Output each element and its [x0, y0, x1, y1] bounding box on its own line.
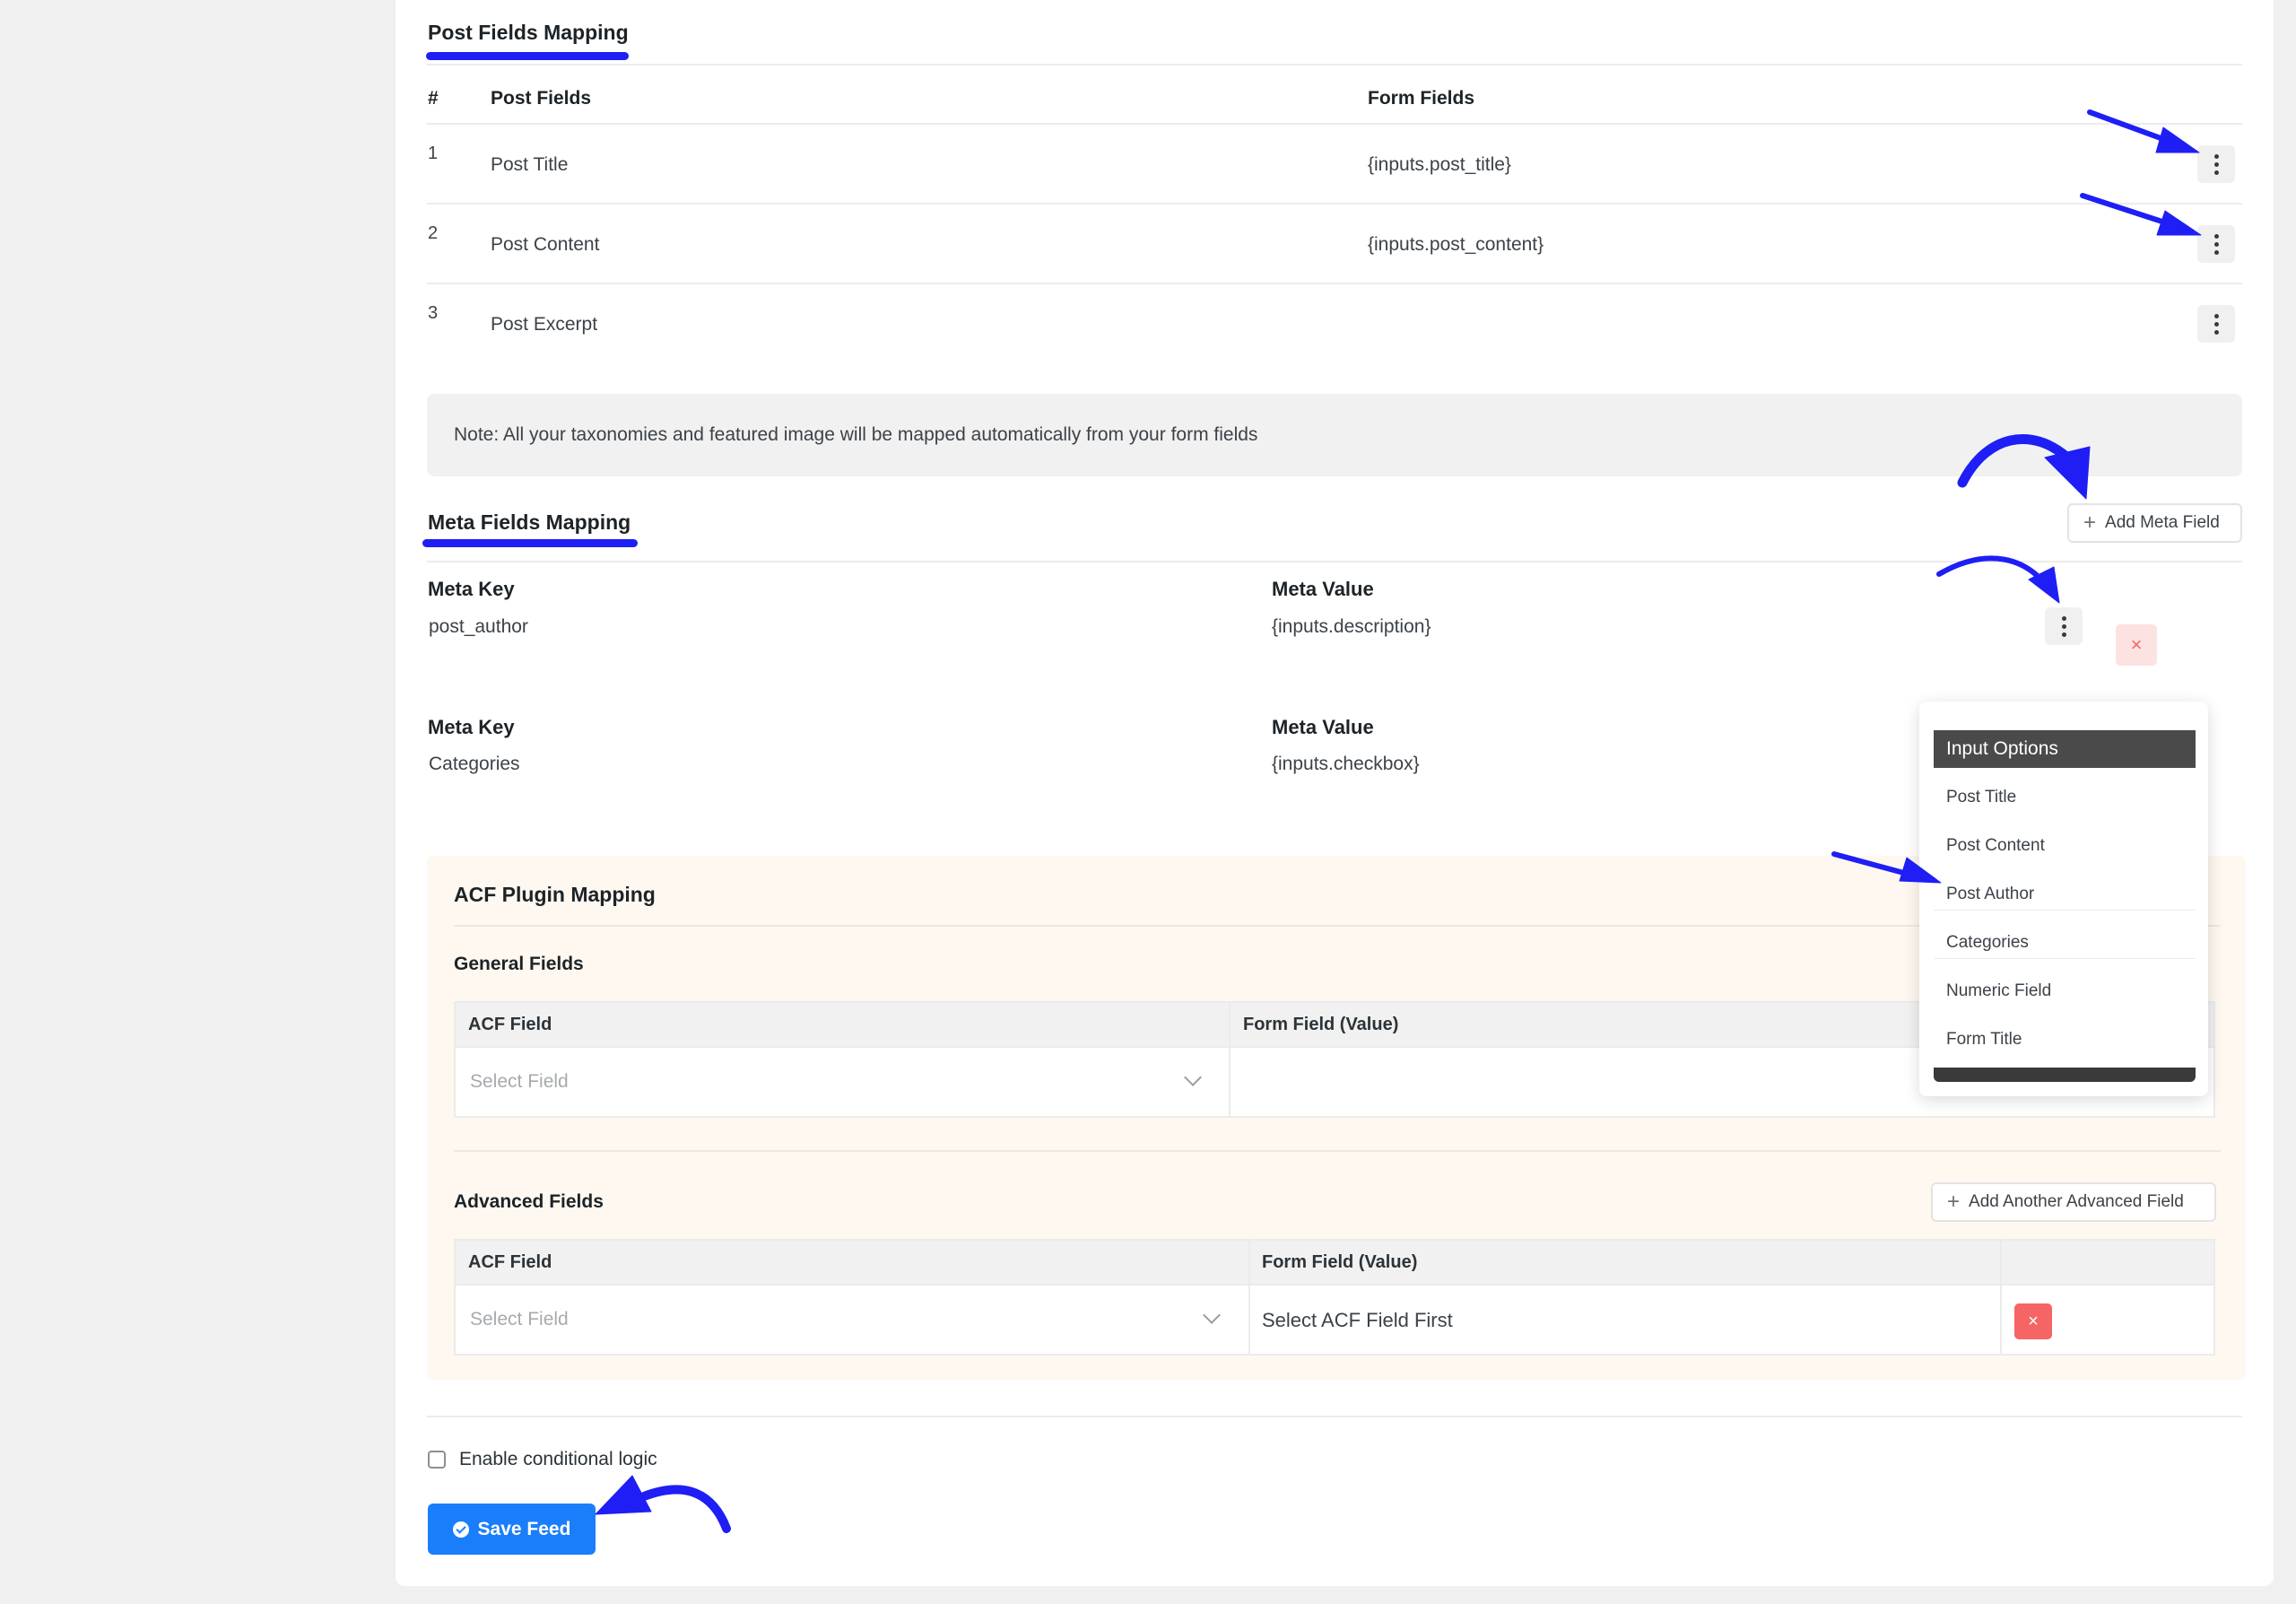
- arrow-head-icon: [595, 1475, 652, 1515]
- annotation-arrows: [595, 109, 2202, 1533]
- arrow-head-icon: [2155, 126, 2200, 153]
- arrow-icon: [1831, 851, 1913, 877]
- arrow-head-icon: [2044, 446, 2091, 500]
- arrow-head-icon: [2156, 210, 2202, 236]
- arrow-icon: [639, 1485, 731, 1533]
- arrow-head-icon: [1899, 857, 1942, 884]
- arrow-icon: [2087, 109, 2173, 144]
- page: Post Fields Mapping # Post Fields Form F…: [0, 0, 2296, 1604]
- arrow-icon: [1936, 555, 2043, 581]
- arrow-icon: [2080, 193, 2173, 227]
